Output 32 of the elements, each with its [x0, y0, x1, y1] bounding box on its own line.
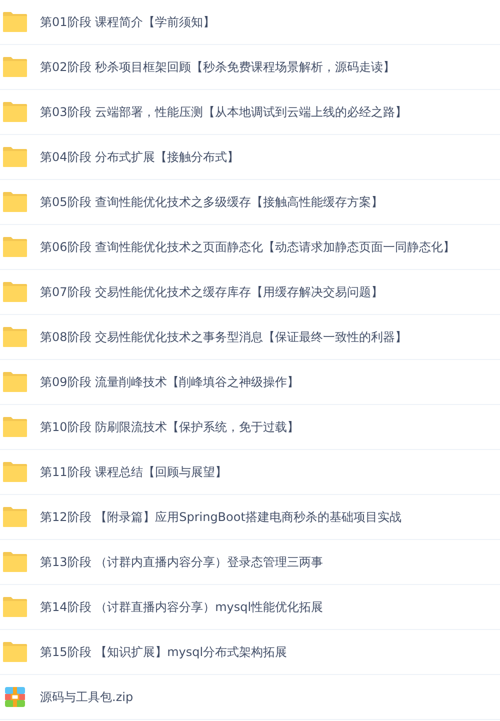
folder-icon: [2, 641, 28, 663]
archive-icon: [5, 687, 25, 707]
file-name[interactable]: 第05阶段 查询性能优化技术之多级缓存【接触高性能缓存方案】: [40, 194, 384, 210]
file-name[interactable]: 第06阶段 查询性能优化技术之页面静态化【动态请求加静态页面一同静态化】: [40, 238, 456, 256]
folder-icon: [2, 11, 28, 33]
file-name[interactable]: 第02阶段 秒杀项目框架回顾【秒杀免费课程场景解析，源码走读】: [40, 58, 396, 76]
file-name[interactable]: 第07阶段 交易性能优化技术之缓存库存【用缓存解决交易问题】: [40, 284, 384, 300]
folder-icon: [2, 371, 28, 393]
file-name[interactable]: 第14阶段 （讨群直播内容分享）mysql性能优化拓展: [40, 598, 324, 616]
folder-icon: [2, 101, 28, 123]
folder-icon: [2, 191, 28, 213]
folder-icon: [2, 326, 28, 348]
folder-icon: [2, 281, 28, 303]
folder-icon: [2, 596, 28, 618]
file-name[interactable]: 第10阶段 防刷限流技术【保护系统，免于过载】: [40, 418, 300, 436]
file-name[interactable]: 第11阶段 课程总结【回顾与展望】: [40, 464, 228, 480]
file-name[interactable]: 第03阶段 云端部署，性能压测【从本地调试到云端上线的必经之路】: [40, 104, 408, 120]
file-name[interactable]: 第04阶段 分布式扩展【接触分布式】: [40, 148, 240, 166]
file-name[interactable]: 第09阶段 流量削峰技术【削峰填谷之神级操作】: [40, 374, 300, 390]
file-name[interactable]: 第01阶段 课程简介【学前须知】: [40, 14, 216, 30]
folder-icon: [2, 146, 28, 168]
folder-icon: [2, 236, 28, 258]
folder-icon: [2, 551, 28, 573]
folder-icon: [2, 461, 28, 483]
folder-icon: [2, 56, 28, 78]
file-name[interactable]: 第15阶段 【知识扩展】mysql分布式架构拓展: [40, 644, 288, 660]
folder-icon: [2, 506, 28, 528]
file-name[interactable]: 第08阶段 交易性能优化技术之事务型消息【保证最终一致性的利器】: [40, 328, 408, 346]
file-name[interactable]: 第12阶段 【附录篇】应用SpringBoot搭建电商秒杀的基础项目实战: [40, 508, 402, 526]
file-name[interactable]: 第13阶段 （讨群内直播内容分享）登录态管理三两事: [40, 554, 324, 570]
file-name[interactable]: 源码与工具包.zip: [40, 688, 134, 706]
folder-icon: [2, 416, 28, 438]
